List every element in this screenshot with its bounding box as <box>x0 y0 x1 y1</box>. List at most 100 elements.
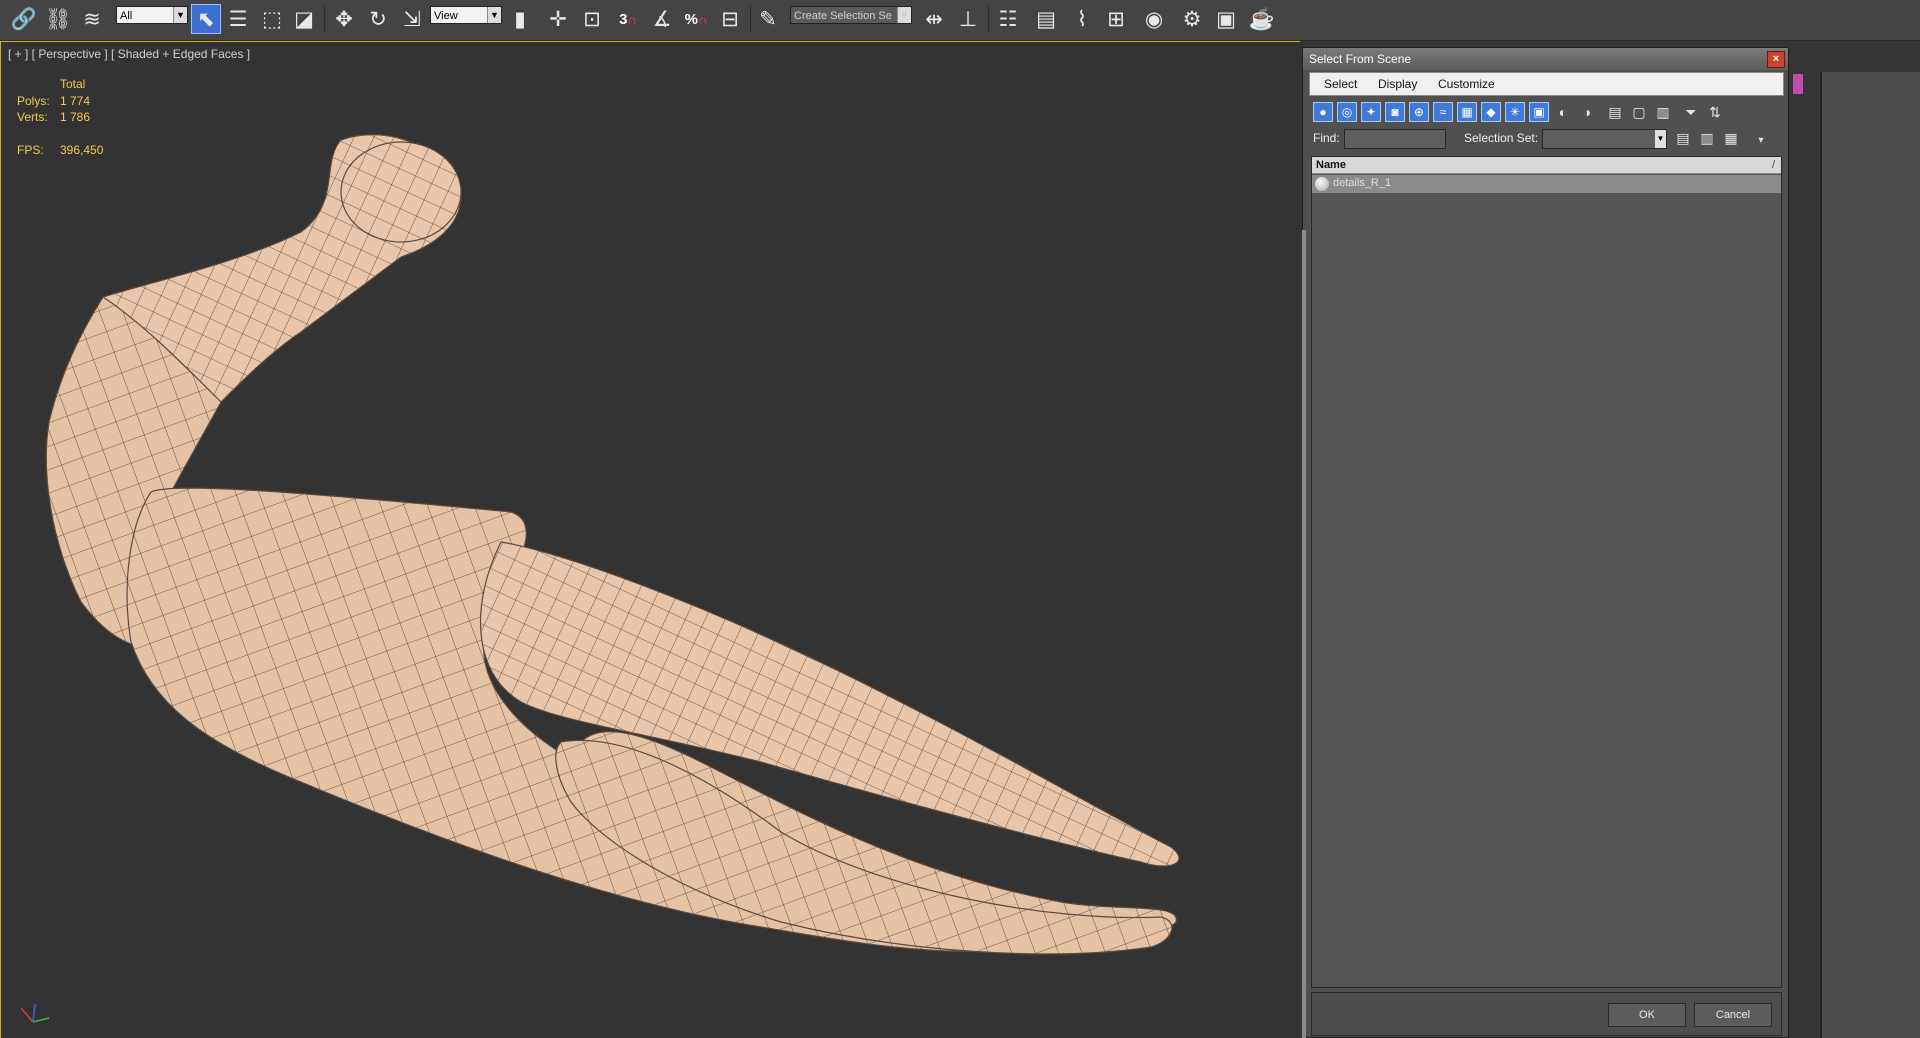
magnet-icon: ∩ <box>627 11 637 27</box>
toolbar-divider <box>324 6 325 32</box>
viewport-label[interactable]: [ + ] [ Perspective ] [ Shaded + Edged F… <box>8 47 250 61</box>
edit-named-sets-icon[interactable]: ✎ <box>754 5 782 33</box>
mesh-knuckle-cap <box>340 141 462 243</box>
unlink-icon[interactable]: ⛓ <box>44 5 72 33</box>
display-containers-icon[interactable]: ▣ <box>1529 102 1549 122</box>
stats-total-label: Total <box>60 77 86 91</box>
display-none-icon[interactable]: ▢ <box>1629 102 1649 122</box>
material-editor-icon[interactable]: ◉ <box>1140 5 1168 33</box>
named-selection-set-dropdown[interactable]: Create Selection Se ▼ <box>790 6 912 24</box>
find-input[interactable] <box>1344 129 1446 149</box>
select-object-icon[interactable]: ⬉ <box>191 4 221 34</box>
list-item[interactable]: details_R_1 <box>1312 175 1781 193</box>
keyboard-shortcut-icon[interactable]: ⊡ <box>578 5 606 33</box>
find-label: Find: <box>1313 131 1340 145</box>
chevron-down-icon: ▼ <box>897 7 911 23</box>
sort-indicator-icon: / <box>1771 159 1775 171</box>
render-setup-icon[interactable]: ⚙ <box>1178 5 1206 33</box>
create-set-icon[interactable]: ▤ <box>1673 128 1693 148</box>
chevron-down-icon: ▼ <box>173 7 187 23</box>
list-header-name[interactable]: Name / <box>1312 157 1781 174</box>
selection-filter-value: All <box>120 10 133 22</box>
render-icon[interactable]: ☕ <box>1248 5 1276 33</box>
layer-manager-icon[interactable]: ☷ <box>994 5 1022 33</box>
remove-from-set-icon[interactable]: ▦ <box>1721 128 1741 148</box>
rendered-frame-icon[interactable]: ▣ <box>1212 5 1240 33</box>
move-icon[interactable]: ✥ <box>330 5 358 33</box>
color-swatch[interactable] <box>1793 74 1803 94</box>
sync-selection-icon[interactable]: ⇅ <box>1705 102 1725 122</box>
list-header-label: Name <box>1316 159 1346 171</box>
rotate-icon[interactable]: ↻ <box>364 5 392 33</box>
display-all-icon[interactable]: ▤ <box>1605 102 1625 122</box>
scene-object-list[interactable]: Name / details_R_1 <box>1311 156 1782 988</box>
dialog-edge-scrollbar[interactable] <box>1302 230 1306 1038</box>
chevron-down-icon: ▼ <box>1655 130 1666 148</box>
percent-glyph: % <box>684 10 698 28</box>
display-invert-icon[interactable]: ▥ <box>1653 102 1673 122</box>
window-crossing-icon[interactable]: ◪ <box>290 5 318 33</box>
menu-display[interactable]: Display <box>1378 77 1417 91</box>
cancel-button[interactable]: Cancel <box>1694 1003 1772 1027</box>
ok-button[interactable]: OK <box>1608 1003 1686 1027</box>
stats-verts-value: 1 786 <box>60 110 91 124</box>
add-to-set-icon[interactable]: ▥ <box>1697 128 1717 148</box>
display-spacewarps-icon[interactable]: ≈ <box>1433 102 1453 122</box>
stats-polys-label: Polys: <box>17 94 50 108</box>
axis-tripod-icon <box>20 1003 50 1023</box>
select-manipulate-icon[interactable]: ✛ <box>544 5 572 33</box>
main-toolbar: 🔗 ⛓ ≋ All ▼ ⬉ ☰ ⬚ ◪ ✥ ↻ ⇲ View ▼ ▮ ✛ ⊡ 3… <box>0 0 1920 41</box>
dialog-menubar: Select Display Customize <box>1309 72 1784 96</box>
toolbar-divider <box>988 6 989 32</box>
selection-set-label: Selection Set: <box>1464 131 1539 145</box>
options-chevron-icon[interactable]: ▾ <box>1751 130 1771 150</box>
selection-set-dropdown[interactable]: ▼ <box>1542 129 1667 149</box>
display-lights-icon[interactable]: ✦ <box>1361 102 1381 122</box>
link-icon[interactable]: 🔗 <box>10 5 38 33</box>
snap-icon[interactable]: 3 ∩ <box>614 5 642 33</box>
selection-filter-dropdown[interactable]: All ▼ <box>116 6 188 24</box>
display-frozen-icon[interactable]: ◐ <box>1553 102 1573 122</box>
display-geometry-icon[interactable]: ● <box>1313 102 1333 122</box>
toolbar-divider <box>750 6 751 32</box>
find-row: Find: Selection Set: ▼ ▤ ▥ ▦ ▾ <box>1309 128 1784 150</box>
spinner-snap-icon[interactable]: ⊟ <box>716 5 744 33</box>
dialog-footer: OK Cancel <box>1311 992 1782 1036</box>
filter-icon[interactable]: ⏷ <box>1681 102 1701 122</box>
stats-fps-label: FPS: <box>17 143 44 157</box>
display-groups-icon[interactable]: ▦ <box>1457 102 1477 122</box>
dialog-title[interactable]: Select From Scene <box>1303 48 1788 70</box>
ref-coord-dropdown[interactable]: View ▼ <box>430 6 502 24</box>
close-icon[interactable]: × <box>1767 51 1785 68</box>
ribbon-icon[interactable]: ▤ <box>1032 5 1060 33</box>
magnet-icon: ∩ <box>698 11 708 27</box>
schematic-icon[interactable]: ⊞ <box>1102 5 1130 33</box>
menu-select[interactable]: Select <box>1324 77 1357 91</box>
curve-editor-icon[interactable]: ⌇ <box>1068 5 1096 33</box>
ref-coord-value: View <box>434 10 458 22</box>
list-item-label: details_R_1 <box>1333 177 1392 189</box>
display-shapes-icon[interactable]: ◎ <box>1337 102 1357 122</box>
perspective-viewport[interactable]: [ + ] [ Perspective ] [ Shaded + Edged F… <box>0 41 1300 1038</box>
snap-number: 3 <box>619 10 628 28</box>
stats-fps-value: 396,450 <box>60 143 104 157</box>
select-by-name-icon[interactable]: ☰ <box>224 5 252 33</box>
menu-customize[interactable]: Customize <box>1438 77 1495 91</box>
display-bones-icon[interactable]: ✳ <box>1505 102 1525 122</box>
chevron-down-icon: ▼ <box>487 7 501 23</box>
display-hidden-icon[interactable]: ◑ <box>1577 102 1597 122</box>
angle-snap-icon[interactable]: ∡ <box>648 5 676 33</box>
display-cameras-icon[interactable]: ◙ <box>1385 102 1405 122</box>
mirror-icon[interactable]: ⇹ <box>920 5 948 33</box>
command-panel[interactable] <box>1820 72 1920 1038</box>
display-helpers-icon[interactable]: ⊕ <box>1409 102 1429 122</box>
claw-mesh-model[interactable] <box>1 42 1300 1038</box>
named-selection-set-placeholder: Create Selection Se <box>794 10 892 22</box>
rect-region-icon[interactable]: ⬚ <box>258 5 286 33</box>
percent-snap-icon[interactable]: % ∩ <box>682 5 710 33</box>
bind-spacewarp-icon[interactable]: ≋ <box>78 5 106 33</box>
pivot-icon[interactable]: ▮ <box>506 5 534 33</box>
align-icon[interactable]: ⊥ <box>954 5 982 33</box>
scale-icon[interactable]: ⇲ <box>398 5 426 33</box>
display-xrefs-icon[interactable]: ◆ <box>1481 102 1501 122</box>
